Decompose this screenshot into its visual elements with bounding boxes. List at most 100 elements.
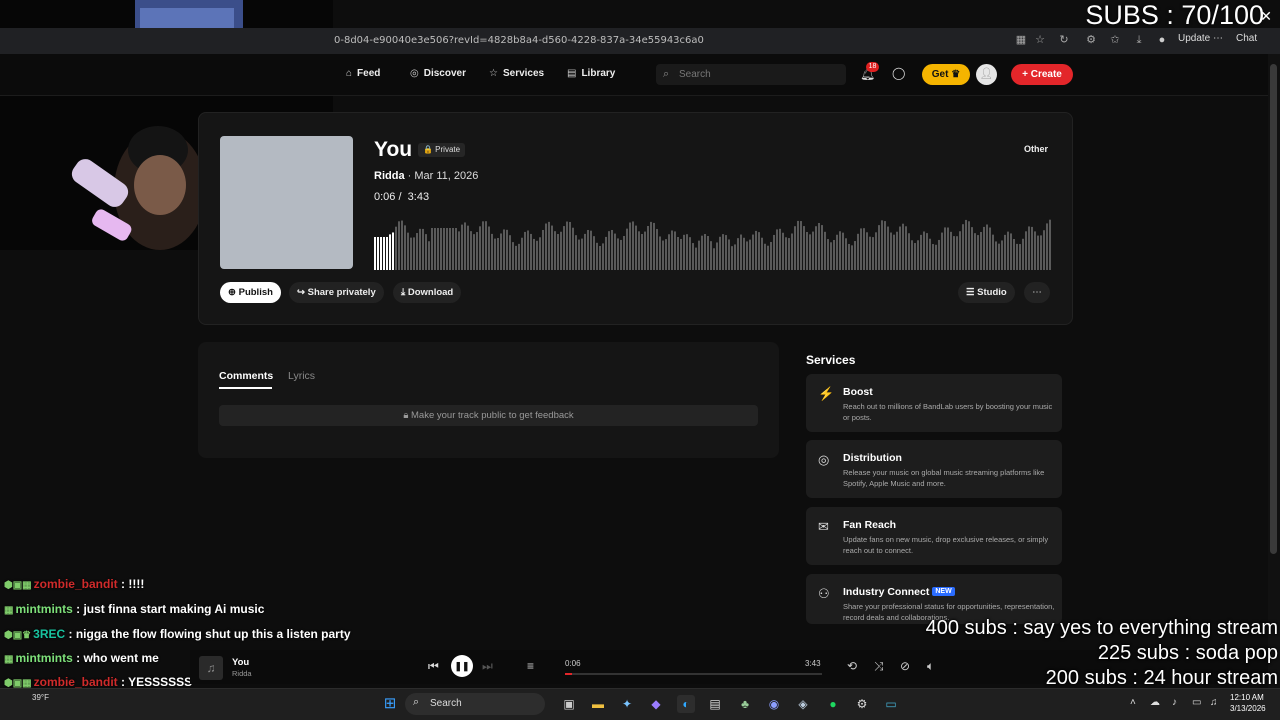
windows-start-icon[interactable]: ⊞ xyxy=(381,695,399,713)
volume-icon[interactable]: 🔈︎ xyxy=(927,659,934,674)
star-icon[interactable]: ☆ xyxy=(1033,33,1047,47)
download-label: Download xyxy=(407,287,454,298)
display-icon[interactable]: ▭ xyxy=(1192,697,1201,708)
profile-icon[interactable]: ● xyxy=(1155,33,1169,47)
feedback-text: Make your track public to get feedback xyxy=(411,410,574,421)
scrollbar-thumb[interactable] xyxy=(1270,64,1277,554)
waveform-bar xyxy=(848,243,850,270)
service-distribution[interactable]: ◎ Distribution Release your music on glo… xyxy=(806,440,1062,498)
app-icon[interactable]: ♣ xyxy=(736,695,754,713)
waveform-bar xyxy=(650,221,652,270)
home-icon: ⌂ xyxy=(346,68,353,79)
nav-feed[interactable]: ⌂ Feed xyxy=(346,68,380,79)
player-title[interactable]: You xyxy=(232,657,249,668)
create-button[interactable]: + Create xyxy=(1011,64,1073,85)
waveform-bar xyxy=(770,241,772,270)
studio-button[interactable]: ☰ Studio xyxy=(958,282,1015,303)
chat-message: ⬢▣▦ zombie_bandit : !!!! xyxy=(4,577,144,591)
progress-fill xyxy=(565,673,572,675)
app-window-icon[interactable]: ▭ xyxy=(882,695,900,713)
player-artist[interactable]: Ridda xyxy=(232,669,252,678)
chat-badges: ▦ xyxy=(4,605,14,616)
discord-icon[interactable]: ◉ xyxy=(765,695,783,713)
share-privately-button[interactable]: ↪ Share privately xyxy=(289,282,384,303)
service-boost[interactable]: ⚡ Boost Reach out to millions of BandLab… xyxy=(806,374,1062,432)
waveform-bar xyxy=(920,234,922,270)
progress-bar[interactable] xyxy=(565,673,822,675)
mic-icon[interactable]: ♪ xyxy=(1172,697,1177,708)
clock-time[interactable]: 12:10 AM xyxy=(1230,693,1264,702)
waveform-bar xyxy=(521,237,523,270)
copilot-icon[interactable]: ✦ xyxy=(618,695,636,713)
close-icon[interactable]: ✕ xyxy=(1260,8,1272,25)
more-options-button[interactable]: ⋯ xyxy=(1024,282,1050,303)
waveform-bar xyxy=(1016,243,1018,270)
notification-badge: 18 xyxy=(866,62,879,72)
clock-date[interactable]: 3/13/2026 xyxy=(1230,704,1266,713)
waveform-bar xyxy=(890,232,892,270)
next-track-icon[interactable]: ⏭ xyxy=(482,659,493,674)
nav-discover[interactable]: ◎ Discover xyxy=(410,68,466,79)
sub-goal-225: 225 subs : soda pop xyxy=(1097,642,1278,664)
waveform-bar xyxy=(797,220,799,270)
nav-services[interactable]: ☆ Services xyxy=(489,68,544,79)
download-button[interactable]: ⤓ Download xyxy=(393,282,462,303)
teams-icon[interactable]: ◆ xyxy=(647,695,665,713)
share-label: Share privately xyxy=(307,287,376,298)
edge-icon[interactable]: ◐ xyxy=(677,695,695,713)
waveform-bar xyxy=(914,243,916,270)
update-button[interactable]: Update ⋯ xyxy=(1178,33,1223,44)
waveform-bar xyxy=(734,244,736,270)
copilot-chat-button[interactable]: Chat xyxy=(1236,33,1257,44)
service-fan-reach[interactable]: ✉ Fan Reach Update fans on new music, dr… xyxy=(806,507,1062,565)
file-explorer-icon[interactable]: ▬ xyxy=(589,695,607,713)
tab-lyrics[interactable]: Lyrics xyxy=(288,370,315,382)
waveform-bar xyxy=(440,228,442,270)
cover-art xyxy=(220,136,353,269)
waveform-bar xyxy=(989,227,991,270)
artist-name[interactable]: Ridda xyxy=(374,170,405,182)
waveform-bar xyxy=(908,233,910,270)
tray-chevron-icon[interactable]: ˄ xyxy=(1130,697,1136,708)
tab-comments[interactable]: Comments xyxy=(219,370,273,382)
avatar[interactable]: 👤︎ xyxy=(976,64,997,85)
store-icon[interactable]: ▤ xyxy=(706,695,724,713)
cloud-icon[interactable]: ☁ xyxy=(1150,697,1160,708)
waveform-bar xyxy=(548,221,550,270)
speaker-icon[interactable]: ♫ xyxy=(1210,697,1218,708)
mute-icon[interactable]: ⊘ xyxy=(900,659,910,673)
queue-icon[interactable]: ≡ xyxy=(527,659,534,673)
weather-widget[interactable]: 39°F xyxy=(32,693,49,702)
publish-button[interactable]: ⊕ Publish xyxy=(220,282,281,303)
get-membership-button[interactable]: Get ♛ xyxy=(922,64,970,85)
taskbar-search[interactable] xyxy=(405,693,545,715)
previous-track-icon[interactable]: ⏮ xyxy=(428,659,439,674)
downloads-icon[interactable]: ⤓ xyxy=(1132,33,1146,47)
favorites-icon[interactable]: ✩ xyxy=(1108,33,1122,47)
compass-icon: ◎ xyxy=(410,68,419,79)
artist-line: Ridda · Mar 11, 2026 xyxy=(374,170,478,182)
extensions-icon[interactable]: ⚙ xyxy=(1084,33,1098,47)
apps-icon[interactable]: ▦ xyxy=(1014,33,1028,47)
refresh-icon[interactable]: ↻ xyxy=(1057,33,1071,47)
nav-library-label: Library xyxy=(581,68,616,79)
waveform-bar xyxy=(962,224,964,270)
waveform-bar xyxy=(1001,240,1003,270)
spotify-icon[interactable]: ● xyxy=(824,695,842,713)
task-view-icon[interactable]: ▣ xyxy=(560,695,578,713)
settings-icon[interactable]: ⚙ xyxy=(853,695,871,713)
steam-icon[interactable]: ◈ xyxy=(794,695,812,713)
pause-icon[interactable]: ❚❚ xyxy=(451,655,473,677)
waveform-bar xyxy=(1028,226,1030,270)
waveform-bar xyxy=(497,237,499,270)
nav-library[interactable]: ▤ Library xyxy=(567,68,615,79)
waveform-bar xyxy=(641,234,643,270)
waveform-bar xyxy=(377,237,379,270)
address-bar-url[interactable]: 0-8d04-e90040e3e506?revId=4828b8a4-d560-… xyxy=(334,35,704,46)
shuffle-icon[interactable]: ⤨ xyxy=(874,659,884,674)
waveform[interactable] xyxy=(374,204,1052,270)
repeat-icon[interactable]: ⟲ xyxy=(847,659,857,673)
waveform-bar xyxy=(686,234,688,270)
messages-icon[interactable]: ◯ xyxy=(892,66,905,80)
nav-services-label: Services xyxy=(502,68,545,79)
